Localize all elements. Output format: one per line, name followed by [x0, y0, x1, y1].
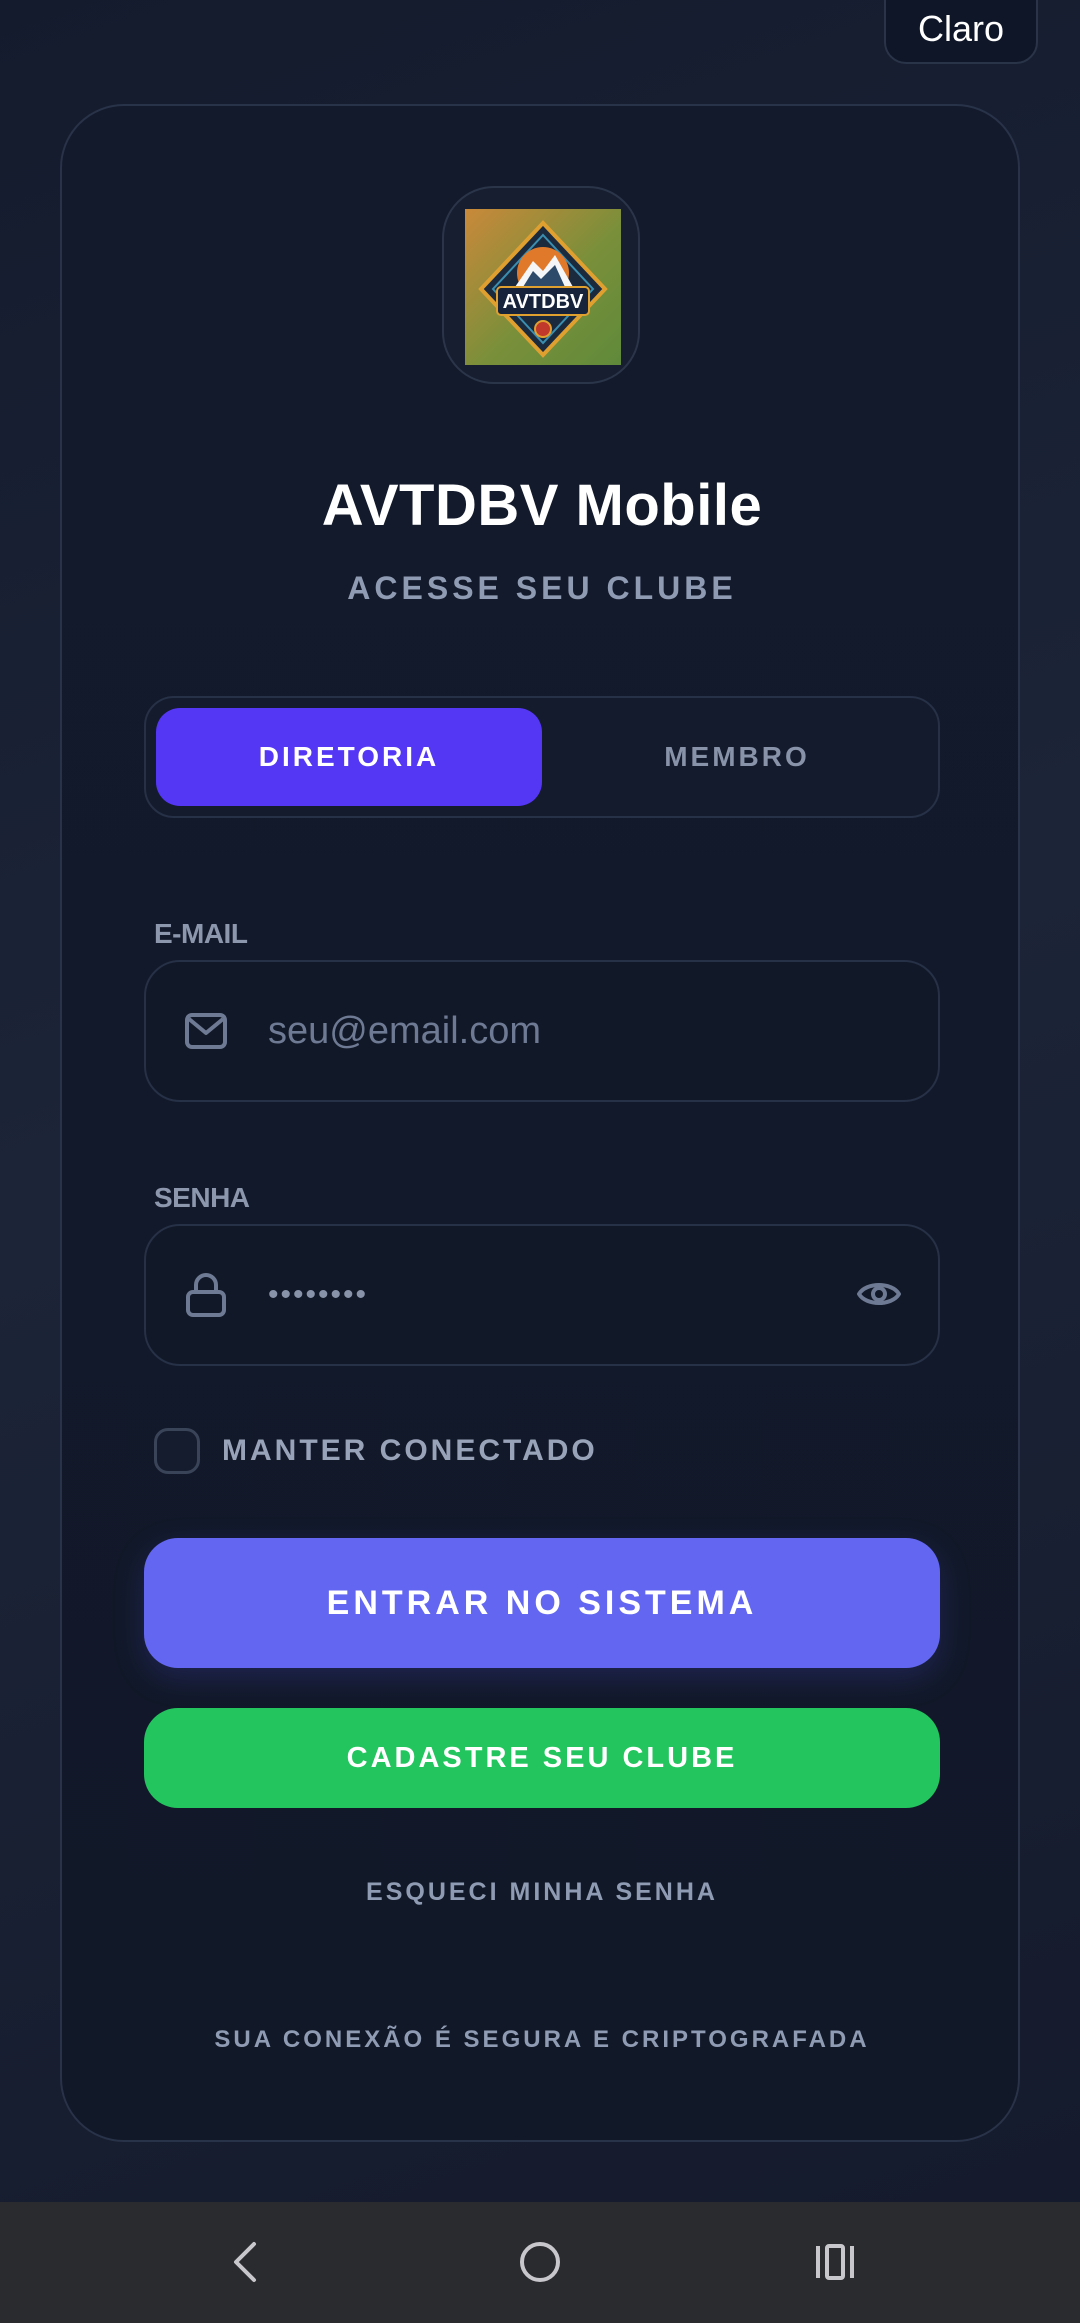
system-navigation-bar	[0, 2202, 1080, 2323]
password-field[interactable]: ••••••••	[144, 1224, 940, 1366]
lock-icon	[184, 1272, 228, 1323]
email-input[interactable]: seu@email.com	[268, 962, 541, 1100]
password-input[interactable]: ••••••••	[268, 1226, 368, 1364]
role-selector: DIRETORIA MEMBRO	[144, 696, 940, 818]
remember-checkbox[interactable]	[154, 1428, 200, 1474]
tab-membro[interactable]: MEMBRO	[544, 708, 930, 806]
eye-icon[interactable]	[856, 1276, 902, 1317]
theme-toggle-button[interactable]: Claro	[884, 0, 1038, 64]
back-icon[interactable]	[226, 2236, 266, 2293]
register-club-button[interactable]: CADASTRE SEU CLUBE	[144, 1708, 940, 1808]
svg-text:AVTDBV: AVTDBV	[503, 291, 584, 313]
tab-diretoria[interactable]: DIRETORIA	[156, 708, 542, 806]
secure-connection-note: SUA CONEXÃO É SEGURA E CRIPTOGRAFADA	[214, 2026, 870, 2053]
recents-icon[interactable]	[812, 2236, 858, 2293]
forgot-password-link[interactable]: ESQUECI MINHA SENHA	[62, 1878, 1022, 1907]
login-button[interactable]: ENTRAR NO SISTEMA	[144, 1538, 940, 1668]
home-icon[interactable]	[518, 2236, 562, 2293]
app-title: AVTDBV Mobile	[321, 473, 763, 538]
app-logo-frame: AVTDBV	[442, 186, 640, 384]
login-card: AVTDBV AVTDBV Mobile ACESSE SEU CLUBE DI…	[60, 104, 1020, 2142]
remember-label: MANTER CONECTADO	[222, 1434, 598, 1467]
app-logo: AVTDBV	[465, 209, 621, 365]
email-field[interactable]: seu@email.com	[144, 960, 940, 1102]
theme-toggle-label: Claro	[917, 8, 1005, 49]
app-subtitle: ACESSE SEU CLUBE	[347, 570, 737, 606]
remember-me[interactable]: MANTER CONECTADO	[154, 1428, 598, 1474]
password-label: SENHA	[154, 1182, 250, 1213]
mail-icon	[184, 1012, 228, 1055]
email-label: E-MAIL	[154, 918, 248, 949]
